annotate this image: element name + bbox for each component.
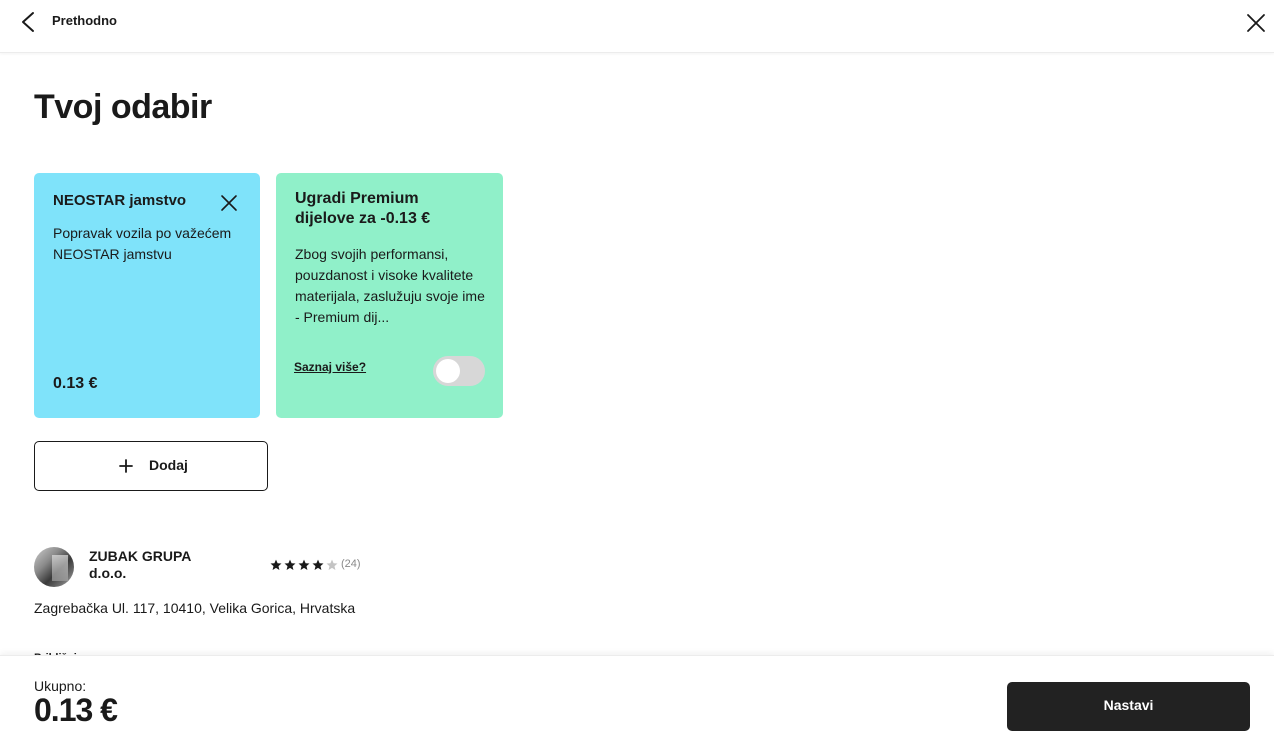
remove-service-button[interactable]: [219, 193, 239, 213]
back-label[interactable]: Prethodno: [52, 13, 117, 28]
page-title: Tvoj odabir: [34, 88, 212, 126]
top-bar: Prethodno: [0, 0, 1274, 53]
review-count: (24): [341, 558, 361, 570]
total-value: 0.13 €: [34, 692, 118, 728]
continue-label: Nastavi: [1103, 697, 1154, 713]
selected-service-card: NEOSTAR jamstvo Popravak vozila po važeć…: [34, 173, 260, 418]
add-button[interactable]: Dodaj: [34, 441, 268, 491]
back-button[interactable]: [18, 11, 40, 33]
star-icon: [270, 559, 282, 570]
close-icon: [1247, 14, 1265, 32]
workshop-address: Zagrebačka Ul. 117, 10410, Velika Gorica…: [34, 600, 356, 616]
upsell-description: Zbog svojih performansi, pouzdanost i vi…: [295, 246, 485, 325]
upsell-title: Ugradi Premium dijelove za -0.13 €: [295, 190, 431, 227]
service-description: Popravak vozila po važećem NEOSTAR jamst…: [53, 225, 232, 262]
footer-bar: Ukupno: 0.13 € Nastavi: [0, 655, 1274, 750]
learn-more-link[interactable]: Saznaj više?: [294, 360, 366, 374]
continue-button[interactable]: Nastavi: [1007, 682, 1250, 731]
toggle-knob: [436, 359, 460, 383]
service-price: 0.13 €: [53, 375, 98, 392]
add-label: Dodaj: [149, 457, 188, 473]
premium-toggle[interactable]: [433, 356, 485, 386]
chevron-left-icon: [22, 12, 34, 32]
close-button[interactable]: [1245, 12, 1267, 34]
rating-stars: [270, 559, 338, 571]
plus-icon: [119, 459, 133, 473]
star-icon: [284, 559, 296, 570]
star-icon: [298, 559, 310, 570]
workshop-name: ZUBAK GRUPA d.o.o.: [89, 548, 191, 581]
star-icon: [312, 559, 324, 570]
service-title: NEOSTAR jamstvo: [53, 192, 187, 209]
star-icon: [326, 559, 338, 570]
premium-upsell-card: Ugradi Premium dijelove za -0.13 € Zbog …: [276, 173, 503, 418]
close-icon: [221, 195, 237, 211]
workshop-avatar: [34, 547, 74, 587]
